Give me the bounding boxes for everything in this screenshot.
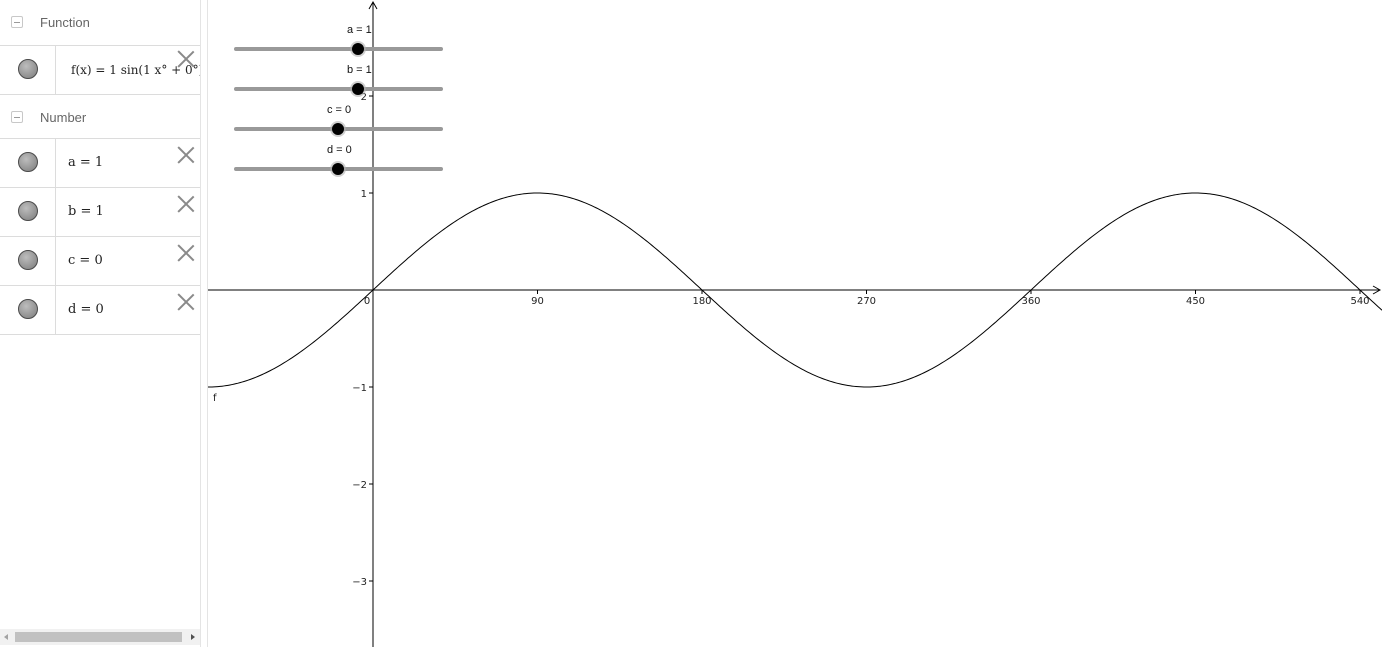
collapse-icon[interactable] (11, 16, 23, 28)
slider-knob[interactable] (332, 163, 344, 175)
slider-knob[interactable] (352, 83, 364, 95)
algebra-view: Function f(x) = 1 sin(1 x° + 0°) Number … (0, 0, 200, 647)
algebra-item-b[interactable]: b = 1 (0, 188, 200, 237)
x-tick-label: 180 (692, 296, 711, 307)
number-definition[interactable]: a = 1 (68, 155, 103, 170)
algebra-item-a[interactable]: a = 1 (0, 139, 200, 188)
y-tick-label: −2 (352, 480, 367, 491)
collapse-icon[interactable] (11, 111, 23, 123)
slider-label: b = 1 (347, 64, 372, 76)
curve-layer[interactable]: f (208, 192, 1382, 404)
tick-labels: 0 90 180 270 360 450 54012−1−2−3 (352, 92, 1369, 588)
slider-label: c = 0 (327, 104, 351, 116)
algebra-item-c[interactable]: c = 0 (0, 237, 200, 286)
visibility-toggle-icon[interactable] (18, 152, 38, 172)
graphics-view[interactable]: 0 90 180 270 360 450 540 1 2 −1 −2 −3 f a = 1b = 1c… (208, 0, 1382, 647)
sliders[interactable]: a = 1 b = 1 c = 0 d = 0 (234, 24, 443, 177)
x-tick-label: 360 (1021, 296, 1040, 307)
horizontal-scrollbar[interactable] (0, 629, 200, 645)
visibility-toggle-icon[interactable] (18, 299, 38, 319)
slider-knob[interactable] (352, 43, 364, 55)
x-tick-label: 540 (1350, 296, 1369, 307)
graph-canvas[interactable]: 0 90 180 270 360 450 54012−1−2−3 f a = 1b = 1c… (208, 0, 1382, 647)
curve-label-f: f (213, 393, 217, 404)
slider-a[interactable]: a = 1 (234, 24, 443, 57)
number-definition[interactable]: c = 0 (68, 253, 103, 268)
scroll-right-arrow-icon[interactable] (191, 634, 195, 640)
y-tick-label: 1 (361, 189, 367, 200)
delete-icon[interactable] (177, 50, 195, 68)
visibility-toggle-icon[interactable] (18, 250, 38, 270)
delete-icon[interactable] (177, 146, 195, 164)
y-tick-label: −3 (352, 577, 367, 588)
marble-cell (0, 286, 56, 334)
algebra-item-f[interactable]: f(x) = 1 sin(1 x° + 0°) (0, 46, 200, 95)
group-header-number[interactable]: Number (0, 95, 200, 139)
slider-d[interactable]: d = 0 (234, 144, 443, 177)
slider-knob[interactable] (332, 123, 344, 135)
delete-icon[interactable] (177, 244, 195, 262)
algebra-item-d[interactable]: d = 0 (0, 286, 200, 335)
delete-icon[interactable] (177, 195, 195, 213)
marble-cell (0, 46, 56, 94)
number-definition[interactable]: d = 0 (68, 302, 104, 317)
x-tick-label: 90 (531, 296, 544, 307)
x-tick-label: 270 (857, 296, 876, 307)
scroll-left-arrow-icon[interactable] (4, 634, 8, 640)
group-header-function[interactable]: Function (0, 0, 200, 46)
marble-cell (0, 188, 56, 236)
slider-c[interactable]: c = 0 (234, 104, 443, 137)
panel-splitter[interactable] (200, 0, 208, 647)
marble-cell (0, 237, 56, 285)
slider-label: d = 0 (327, 144, 352, 156)
slider-label: a = 1 (347, 24, 372, 36)
axes (208, 0, 1382, 647)
group-label: Function (40, 15, 90, 30)
visibility-toggle-icon[interactable] (18, 59, 38, 79)
slider-b[interactable]: b = 1 (234, 64, 443, 97)
number-definition[interactable]: b = 1 (68, 204, 104, 219)
marble-cell (0, 139, 56, 187)
x-tick-label: 450 (1186, 296, 1205, 307)
y-tick-label: −1 (352, 383, 367, 394)
delete-icon[interactable] (177, 293, 195, 311)
scrollbar-thumb[interactable] (15, 632, 182, 642)
group-label: Number (40, 110, 87, 125)
visibility-toggle-icon[interactable] (18, 201, 38, 221)
